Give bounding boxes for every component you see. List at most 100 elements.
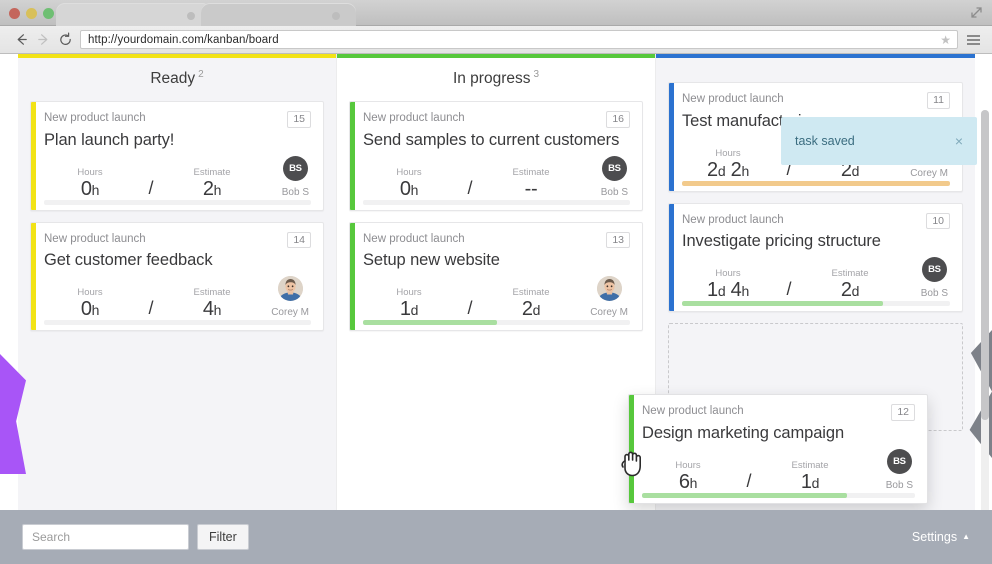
avatar[interactable] bbox=[277, 276, 303, 302]
card-id-badge[interactable]: 10 bbox=[926, 212, 950, 229]
card-progress-bar bbox=[363, 199, 630, 205]
chevron-up-icon: ▲ bbox=[962, 532, 970, 541]
task-card[interactable]: New product launch 15 Plan launch party! Ho… bbox=[30, 101, 324, 211]
close-icon[interactable]: × bbox=[955, 134, 963, 148]
assignee-name: Corey M bbox=[910, 167, 948, 179]
task-card[interactable]: New product launch 14 Get customer feedbac… bbox=[30, 221, 324, 332]
metric-separator: / bbox=[148, 298, 154, 319]
estimate-metric: Estimate2d bbox=[804, 268, 896, 301]
column-card-count: 2 bbox=[198, 69, 204, 80]
card-assignee[interactable]: BS Bob S bbox=[600, 155, 630, 200]
metric-separator: / bbox=[148, 177, 154, 198]
card-accent-bar bbox=[31, 102, 36, 210]
avatar[interactable] bbox=[596, 276, 622, 302]
settings-menu[interactable]: Settings ▲ bbox=[912, 530, 970, 544]
card-drop-zone[interactable] bbox=[668, 323, 963, 431]
reload-icon[interactable] bbox=[54, 29, 76, 51]
hours-metric: Hours 0h bbox=[44, 167, 136, 200]
estimate-label: Estimate bbox=[512, 287, 550, 299]
avatar[interactable]: BS bbox=[601, 155, 627, 181]
hours-metric: Hours 2d 2h bbox=[682, 148, 774, 181]
window-controls bbox=[9, 8, 54, 19]
star-icon[interactable]: ★ bbox=[940, 33, 951, 47]
card-title: Send samples to current customers bbox=[363, 130, 620, 149]
browser-tabstrip bbox=[56, 3, 356, 26]
card-project-name: New product launch bbox=[363, 232, 465, 245]
address-bar-url: http://yourdomain.com/kanban/board bbox=[88, 33, 279, 46]
browser-tab-2[interactable] bbox=[201, 3, 356, 26]
metric-separator: / bbox=[786, 279, 792, 299]
maximize-icon[interactable] bbox=[970, 6, 983, 19]
metric-separator: / bbox=[467, 177, 473, 198]
search-input[interactable] bbox=[22, 524, 189, 550]
card-assignee[interactable]: BS Bob S bbox=[281, 155, 311, 200]
hours-metric: Hours 1d 4h bbox=[682, 268, 774, 301]
task-card[interactable]: New product launch 10 Investigate pricing … bbox=[668, 202, 963, 312]
card-progress-bar bbox=[44, 199, 311, 205]
browser-titlebar bbox=[0, 0, 992, 26]
card-header: New product launch 10 bbox=[682, 212, 950, 229]
browser-toolbar: http://yourdomain.com/kanban/board ★ bbox=[0, 26, 992, 54]
card-id-badge[interactable]: 11 bbox=[927, 92, 950, 109]
toast-notification: task saved × bbox=[781, 117, 977, 165]
assignee-name: Bob S bbox=[281, 186, 309, 198]
browser-tab-1[interactable] bbox=[56, 3, 211, 26]
card-assignee[interactable]: Corey M bbox=[271, 276, 311, 320]
hamburger-menu-icon[interactable] bbox=[964, 34, 982, 45]
card-assignee[interactable]: Corey M bbox=[590, 276, 630, 320]
scrollbar-thumb[interactable] bbox=[981, 110, 989, 420]
card-header: New product launch 15 bbox=[44, 111, 311, 128]
card-progress-fill bbox=[682, 301, 883, 306]
card-progress-bar bbox=[682, 180, 950, 186]
card-project-name: New product launch bbox=[44, 232, 146, 245]
card-accent-bar bbox=[31, 222, 36, 331]
task-card[interactable]: New product launch 16 Send samples to curr… bbox=[349, 101, 643, 211]
card-project-name: New product launch bbox=[44, 112, 146, 125]
avatar[interactable]: BS bbox=[921, 257, 947, 282]
hours-metric: Hours 0h bbox=[363, 167, 455, 200]
card-progress-bar bbox=[44, 320, 311, 326]
assignee-name: Bob S bbox=[600, 186, 628, 198]
assignee-name: Corey M bbox=[590, 307, 628, 319]
hours-label: Hours bbox=[715, 147, 741, 159]
column-title: In progress bbox=[452, 70, 531, 88]
column-header bbox=[668, 58, 963, 82]
column-card-count: 3 bbox=[533, 69, 540, 80]
hours-value: 1d bbox=[399, 298, 419, 321]
card-title: Plan launch party! bbox=[44, 130, 175, 149]
back-arrow-icon[interactable] bbox=[10, 29, 32, 51]
close-window-button[interactable] bbox=[9, 8, 20, 19]
maximize-window-button[interactable] bbox=[43, 8, 54, 19]
hours-label: Hours bbox=[77, 166, 103, 178]
task-card[interactable]: New product launch 13 Setup new website Hou… bbox=[349, 221, 643, 332]
minimize-window-button[interactable] bbox=[26, 8, 37, 19]
card-accent-bar bbox=[669, 203, 674, 311]
estimate-metric: Estimate 2h bbox=[166, 167, 258, 200]
card-header: New product launch 14 bbox=[44, 231, 311, 249]
card-id-badge[interactable]: 13 bbox=[606, 231, 630, 249]
board-column[interactable]: In progress 3 New product launch 16 Send sam… bbox=[337, 54, 656, 527]
card-progress-fill bbox=[363, 320, 497, 326]
card-assignee[interactable]: BS Bob S bbox=[921, 257, 950, 301]
estimate-value: 4h bbox=[202, 298, 222, 321]
address-bar[interactable]: http://yourdomain.com/kanban/board ★ bbox=[80, 30, 958, 49]
assignee-name: Bob S bbox=[920, 288, 948, 299]
card-id-badge[interactable]: 14 bbox=[287, 231, 311, 249]
filter-button[interactable]: Filter bbox=[197, 524, 249, 550]
card-project-name: New product launch bbox=[682, 93, 784, 105]
card-progress-fill bbox=[682, 180, 950, 186]
hours-label: Hours bbox=[396, 287, 422, 299]
card-title: Get customer feedback bbox=[44, 251, 213, 270]
hours-value: 0h bbox=[80, 298, 100, 321]
hours-value: 1d 4h bbox=[707, 279, 749, 301]
card-id-badge[interactable]: 16 bbox=[606, 111, 630, 128]
vertical-scrollbar[interactable] bbox=[981, 110, 989, 558]
avatar[interactable]: BS bbox=[282, 155, 308, 181]
metric-separator: / bbox=[467, 298, 473, 319]
card-title: Setup new website bbox=[363, 251, 500, 270]
board-column[interactable]: Ready 2 New product launch 15 Plan launch pa… bbox=[18, 54, 337, 527]
estimate-value: 2h bbox=[202, 177, 222, 200]
column-title: Ready bbox=[150, 70, 196, 88]
estimate-metric: Estimate 4h bbox=[166, 287, 258, 320]
card-id-badge[interactable]: 15 bbox=[287, 111, 311, 128]
